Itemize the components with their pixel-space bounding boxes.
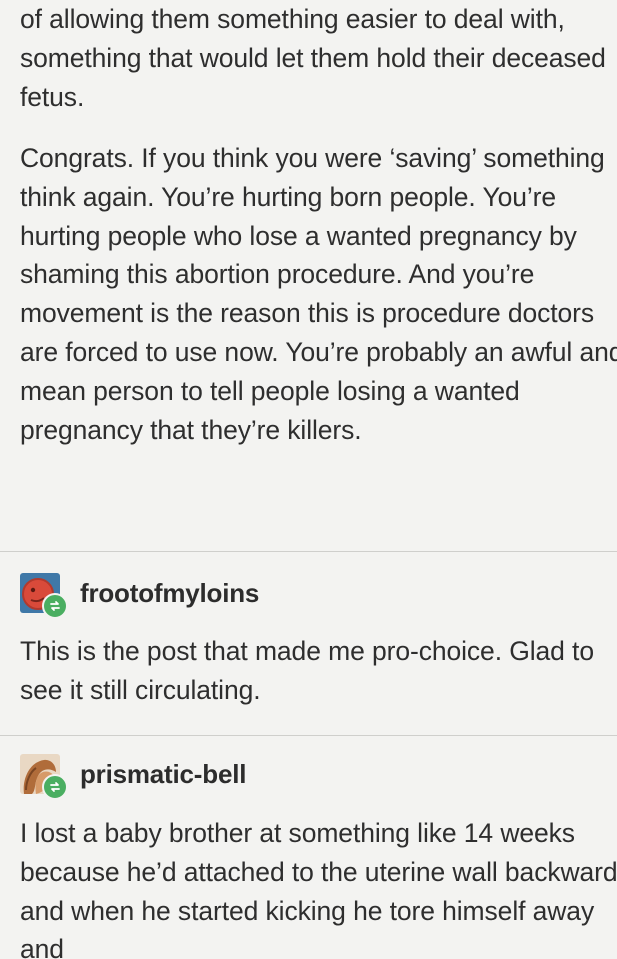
avatar[interactable]	[20, 573, 68, 619]
avatar[interactable]	[20, 754, 68, 800]
post-paragraph: of allowing them something easier to dea…	[20, 4, 606, 112]
reblog-comment: This is the post that made me pro-choice…	[20, 636, 594, 705]
reblog-divider	[0, 551, 617, 552]
post-paragraph: Congrats. If you think you were ‘saving’…	[20, 143, 617, 445]
reblog-divider	[0, 735, 617, 736]
reblog-username[interactable]: frootofmyloins	[80, 578, 259, 609]
reblog-header: frootofmyloins	[20, 573, 259, 619]
reblog-icon	[42, 593, 68, 619]
reblog-comment: I lost a baby brother at something like …	[20, 818, 617, 959]
post-page: of allowing them something easier to dea…	[0, 0, 617, 959]
reblog-header: prismatic-bell	[20, 754, 246, 800]
reblog-icon	[42, 774, 68, 800]
reblog-username[interactable]: prismatic-bell	[80, 759, 246, 790]
